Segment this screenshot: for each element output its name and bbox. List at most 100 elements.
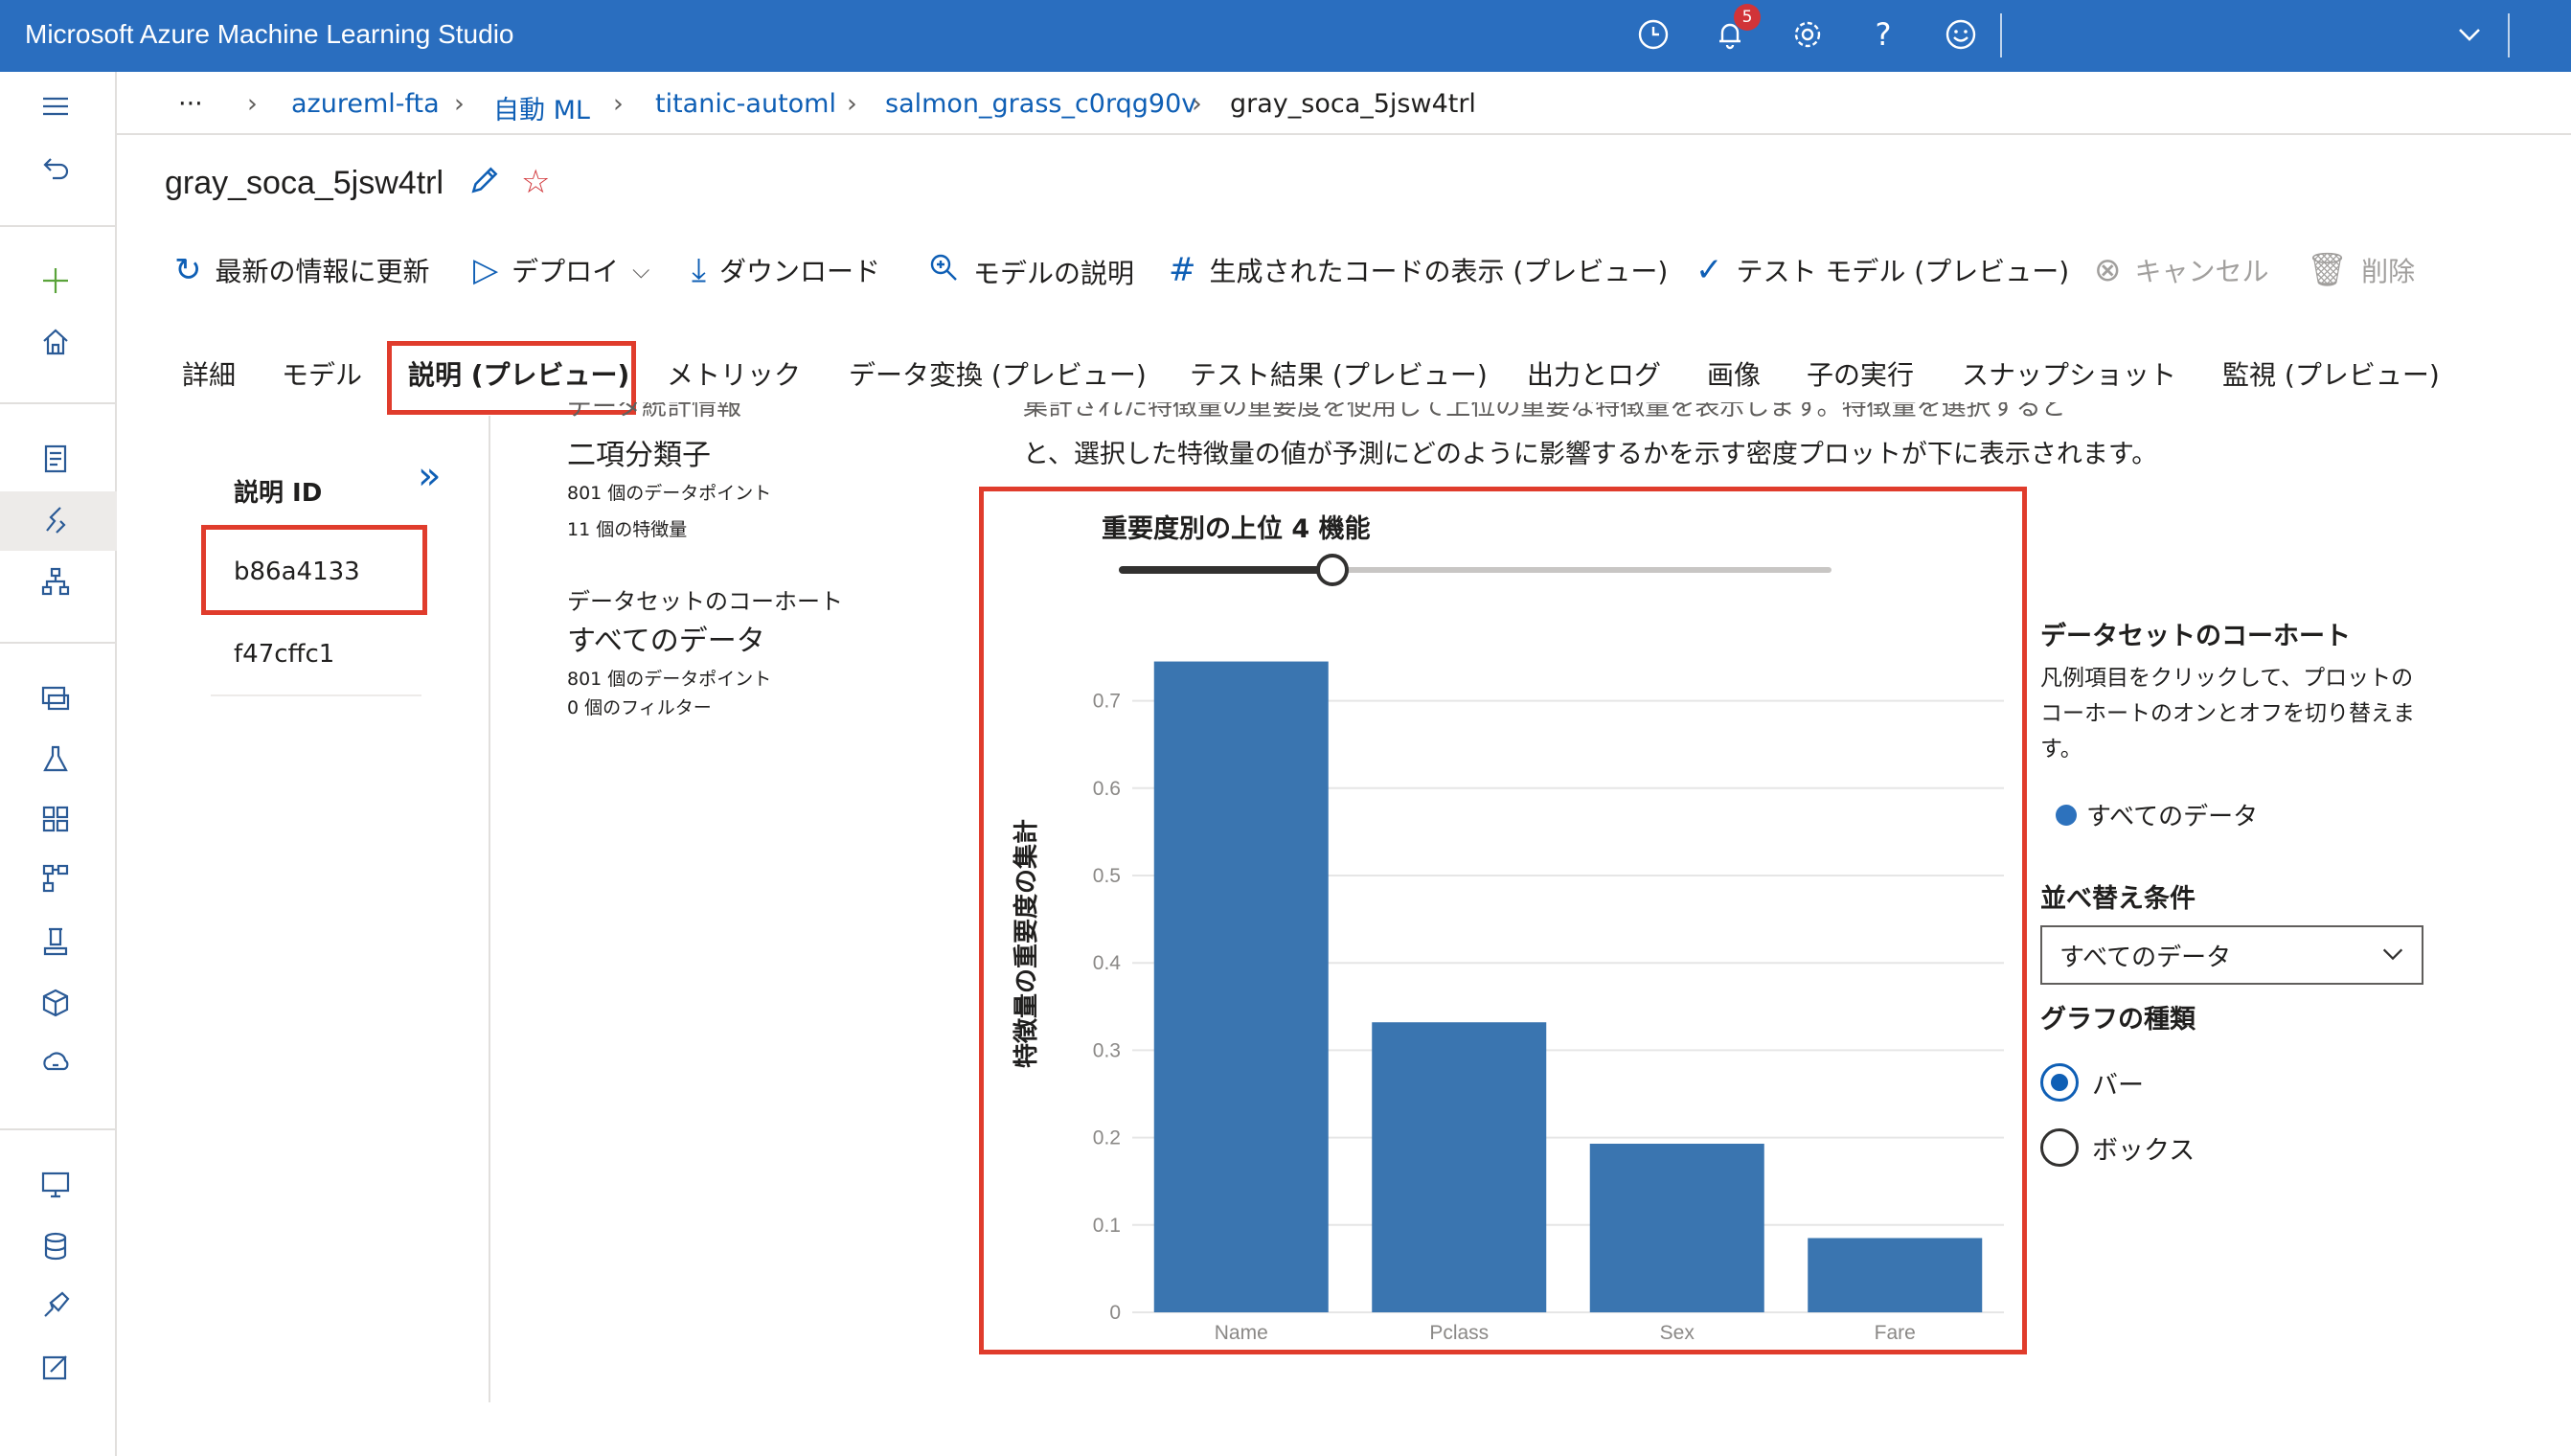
feature-count: 11 個の特徴量 — [567, 519, 688, 540]
cancel-button[interactable]: ⊗ キャンセル — [2094, 251, 2269, 289]
legend-dot — [2056, 804, 2077, 826]
collapse-icon[interactable]: » — [418, 454, 441, 498]
deploy-button[interactable]: ▷ デプロイ ⌵ — [473, 251, 649, 289]
radio-circle — [2040, 1128, 2079, 1167]
explanation-item[interactable]: f47cffc1 — [234, 640, 334, 669]
left-nav — [0, 72, 117, 1456]
tab-models[interactable]: モデル — [282, 354, 362, 393]
sort-dropdown[interactable]: すべてのデータ — [2040, 925, 2423, 985]
breadcrumb-current: gray_soca_5jsw4trl — [1230, 89, 1476, 119]
experiments-icon[interactable] — [34, 739, 77, 781]
y-tick-label: 0.6 — [1093, 778, 1121, 800]
cohort-label: データセットのコーホート — [567, 588, 843, 615]
cohort-help-text: 凡例項目をクリックして、プロットのコーホートのオンとオフを切り替えます。 — [2040, 666, 2415, 762]
chevron-down-icon[interactable] — [2450, 15, 2489, 54]
tab-child-runs[interactable]: 子の実行 — [1807, 354, 1914, 393]
designer-icon[interactable] — [34, 560, 77, 603]
radio-circle — [2040, 1063, 2079, 1102]
star-icon[interactable]: ☆ — [521, 163, 550, 201]
breadcrumb-more[interactable]: ··· — [178, 89, 203, 119]
chevron-right-icon: › — [613, 89, 624, 119]
check-icon: ✓ — [1695, 251, 1723, 289]
description-text: と、選択した特徴量の値が予測にどのように影響するかを示す密度プロットが下に表示さ… — [1023, 440, 2158, 469]
play-icon: ▷ — [473, 251, 499, 289]
chevron-right-icon: › — [847, 89, 857, 119]
help-icon[interactable]: ? — [1864, 15, 1902, 54]
download-icon: ⤓ — [692, 251, 707, 289]
cohort-heading: データセットのコーホート — [2040, 622, 2351, 651]
view-code-button[interactable]: # 生成されたコードの表示 (プレビュー) — [1169, 251, 1668, 289]
home-icon[interactable] — [34, 321, 77, 363]
notification-badge: 5 — [1734, 4, 1761, 31]
app-title[interactable]: Microsoft Azure Machine Learning Studio — [25, 19, 514, 50]
endpoints-icon[interactable] — [34, 1041, 77, 1083]
breadcrumb-item[interactable]: salmon_grass_c0rqg90v — [885, 89, 1196, 119]
toolbar-separator — [2000, 13, 2002, 57]
explanation-item[interactable]: b86a4133 — [234, 557, 360, 586]
add-icon[interactable] — [34, 260, 77, 302]
top-features-label: 重要度別の上位 4 機能 — [1102, 514, 1371, 544]
sort-heading: 並べ替え条件 — [2040, 884, 2196, 914]
tab-data-transformation[interactable]: データ変換 (プレビュー) — [849, 354, 1147, 393]
datastore-icon[interactable] — [34, 1225, 77, 1267]
tab-details[interactable]: 詳細 — [182, 354, 236, 393]
x-tick-label: Sex — [1660, 1322, 1695, 1341]
breadcrumb-item[interactable]: azureml-fta — [291, 89, 440, 119]
tab-monitoring[interactable]: 監視 (プレビュー) — [2222, 354, 2440, 393]
legend-item[interactable]: すべてのデータ — [2056, 797, 2258, 832]
tab-metrics[interactable]: メトリック — [667, 354, 801, 393]
tab-images[interactable]: 画像 — [1707, 354, 1761, 393]
y-axis-label: 特徴量の重要度の集計 — [1012, 819, 1041, 1068]
datasets-icon[interactable] — [34, 677, 77, 719]
refresh-icon: ↻ — [174, 251, 202, 289]
tab-outputs-logs[interactable]: 出力とログ — [1527, 354, 1661, 393]
task-type: 二項分類子 — [567, 439, 711, 472]
breadcrumb-item[interactable]: 自動 ML — [493, 89, 590, 126]
delete-button[interactable]: 🗑 削除 — [2307, 251, 2415, 289]
tab-test-results[interactable]: テスト結果 (プレビュー) — [1190, 354, 1488, 393]
edit-icon[interactable] — [34, 1346, 77, 1388]
y-tick-label: 0.2 — [1093, 1127, 1121, 1149]
flow-icon[interactable] — [34, 857, 77, 899]
test-model-button[interactable]: ✓ テスト モデル (プレビュー) — [1695, 251, 2069, 289]
refresh-button[interactable]: ↻ 最新の情報に更新 — [174, 251, 430, 289]
page-title: gray_soca_5jsw4trl — [165, 165, 444, 201]
x-tick-label: Pclass — [1429, 1322, 1489, 1341]
y-tick-label: 0 — [1109, 1302, 1121, 1324]
explain-model-button[interactable]: モデルの説明 — [927, 251, 1134, 292]
notebook-icon[interactable] — [34, 438, 77, 480]
bar — [1589, 1143, 1764, 1312]
pipelines-icon[interactable] — [34, 798, 77, 840]
clock-icon[interactable] — [1634, 15, 1672, 54]
chart-type-box-radio[interactable]: ボックス — [2040, 1128, 2195, 1167]
download-button[interactable]: ⤓ ダウンロード — [692, 251, 880, 289]
pencil-icon[interactable] — [467, 163, 502, 206]
hash-icon: # — [1169, 251, 1196, 289]
automl-icon[interactable] — [34, 499, 77, 541]
cohort-filters: 0 個のフィルター — [567, 697, 712, 718]
cancel-icon: ⊗ — [2094, 251, 2122, 289]
labeling-icon[interactable] — [34, 1285, 77, 1327]
gear-icon[interactable] — [1788, 15, 1827, 54]
y-tick-label: 0.7 — [1093, 691, 1121, 713]
hamburger-icon[interactable] — [34, 85, 77, 127]
feature-slider-thumb[interactable] — [1316, 554, 1350, 586]
tab-snapshot[interactable]: スナップショット — [1962, 354, 2176, 393]
back-icon[interactable] — [34, 147, 77, 189]
x-tick-label: Fare — [1875, 1322, 1916, 1341]
compute-icon[interactable] — [34, 1164, 77, 1206]
y-tick-label: 0.1 — [1093, 1215, 1121, 1237]
chart-type-bar-radio[interactable]: バー — [2040, 1063, 2144, 1102]
breadcrumb-item[interactable]: titanic-automl — [655, 89, 836, 119]
zoom-icon — [927, 251, 960, 292]
y-tick-label: 0.4 — [1093, 952, 1122, 974]
y-tick-label: 0.5 — [1093, 865, 1121, 887]
smiley-icon[interactable] — [1942, 15, 1980, 54]
chevron-down-icon: ⌵ — [632, 257, 650, 284]
cube-icon[interactable] — [34, 982, 77, 1024]
bar — [1372, 1022, 1547, 1312]
models-icon[interactable] — [34, 921, 77, 963]
y-tick-label: 0.3 — [1093, 1039, 1121, 1061]
chevron-right-icon: › — [454, 89, 465, 119]
chevron-right-icon: › — [247, 89, 258, 119]
